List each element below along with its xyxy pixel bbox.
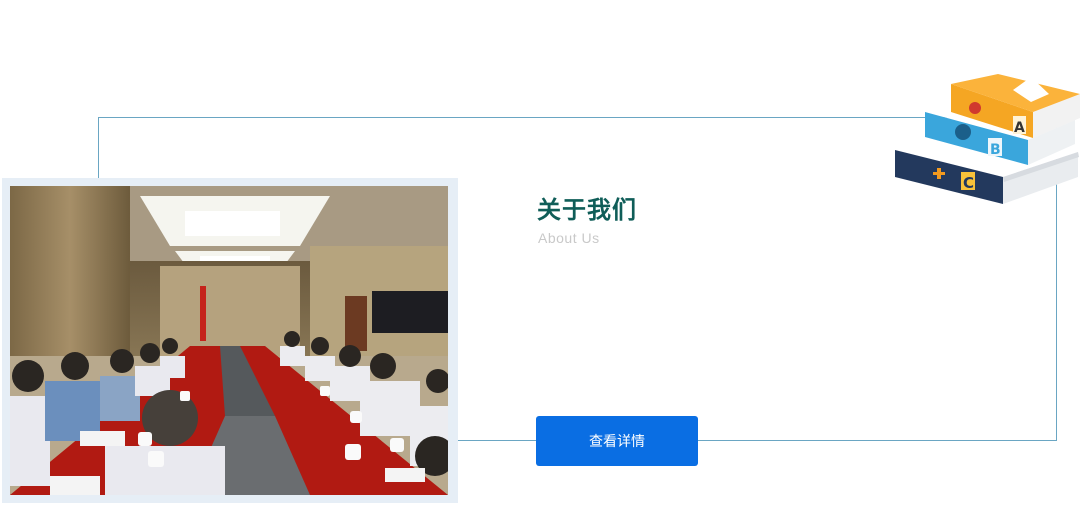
book-letter-a: A	[1014, 120, 1025, 136]
book-letter-b: B	[990, 142, 1001, 158]
book-letter-c: C	[963, 174, 974, 192]
view-details-button[interactable]: 查看详情	[536, 416, 698, 466]
meeting-photo	[10, 186, 448, 495]
books-illustration: C B A	[893, 72, 1082, 212]
section-subtitle: About Us	[538, 230, 600, 246]
meeting-photo-container	[2, 178, 458, 503]
section-title: 关于我们	[537, 196, 637, 224]
